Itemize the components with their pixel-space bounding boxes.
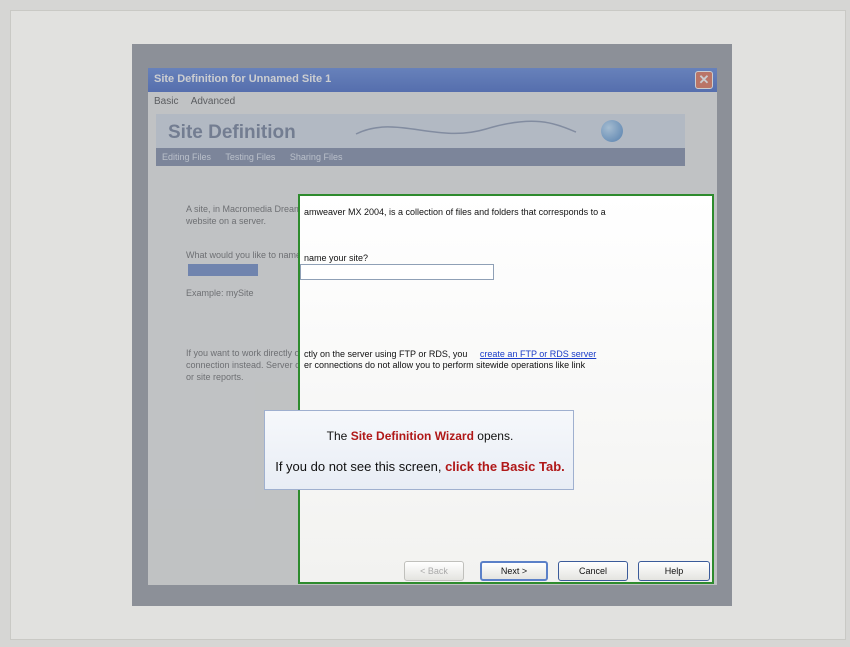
highlighted-wizard-panel: amweaver MX 2004, is a collection of fil… — [298, 194, 714, 584]
callout-line-1-suffix: opens. — [477, 429, 514, 443]
site-name-input[interactable] — [300, 264, 494, 280]
remote-connection-text: ctly on the server using FTP or RDS, you… — [304, 349, 684, 371]
header-band: Site Definition — [156, 114, 685, 148]
overlay-intro-text: amweaver MX 2004, is a collection of fil… — [304, 207, 606, 217]
tab-advanced[interactable]: Advanced — [191, 96, 235, 107]
decorative-swoosh-icon — [355, 120, 577, 135]
callout-line-1: The Site Definition Wizard opens. — [265, 429, 575, 443]
callout-line-2-prefix: If you do not see this screen, — [275, 459, 442, 474]
callout-basic-tab-highlight: click the Basic Tab. — [445, 459, 565, 474]
window-titlebar: Site Definition for Unnamed Site 1 ✕ — [148, 68, 717, 92]
bg-remote-text-3: or site reports. — [186, 372, 244, 382]
create-server-link[interactable]: create an FTP or RDS server — [480, 349, 596, 359]
window-title: Site Definition for Unnamed Site 1 — [154, 73, 332, 85]
cancel-button[interactable]: Cancel — [558, 561, 628, 581]
site-name-label: name your site? — [304, 253, 369, 263]
help-button[interactable]: Help — [638, 561, 710, 581]
subnav-sharing-files[interactable]: Sharing Files — [290, 152, 343, 162]
bg-example-text: Example: mySite — [186, 288, 254, 298]
back-button[interactable]: < Back — [404, 561, 464, 581]
bg-site-name-input — [188, 264, 258, 276]
bg-intro-text-2: website on a server. — [186, 216, 267, 226]
instruction-callout: The Site Definition Wizard opens. If you… — [264, 410, 574, 490]
remote-prefix: ctly on the server using FTP or RDS, you — [304, 349, 468, 359]
remote-suffix: er connections do not allow you to perfo… — [304, 360, 586, 370]
callout-wizard-highlight: Site Definition Wizard — [350, 429, 474, 443]
callout-line-1-prefix: The — [326, 429, 348, 443]
next-button[interactable]: Next > — [480, 561, 548, 581]
header-title: Site Definition — [168, 122, 296, 143]
globe-icon — [601, 120, 623, 142]
subnav-testing-files[interactable]: Testing Files — [225, 152, 275, 162]
tab-bar: Basic Advanced — [154, 96, 245, 107]
subnav-bar: Editing Files Testing Files Sharing File… — [156, 148, 685, 166]
close-icon[interactable]: ✕ — [695, 71, 713, 89]
tab-basic[interactable]: Basic — [154, 96, 178, 107]
subnav-editing-files[interactable]: Editing Files — [162, 152, 211, 162]
callout-line-2: If you do not see this screen, click the… — [265, 459, 575, 474]
